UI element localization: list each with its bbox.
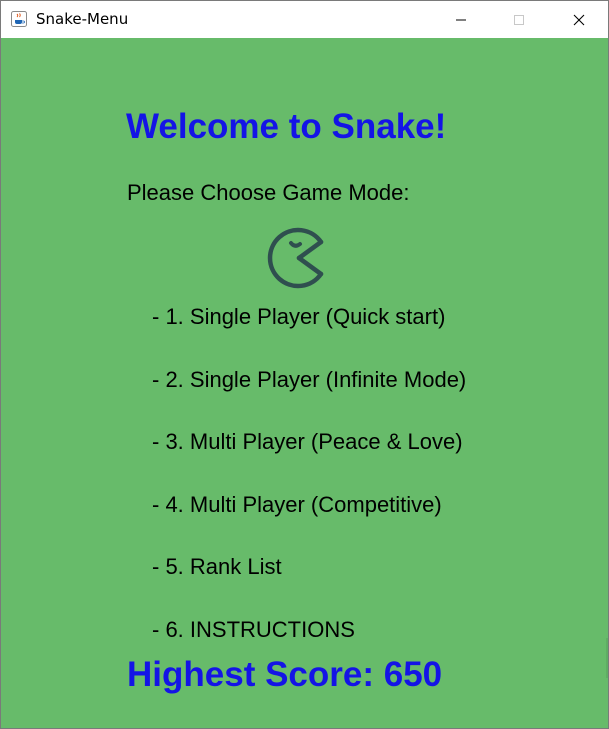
maximize-button[interactable]: [490, 1, 548, 38]
pacman-icon: [267, 227, 324, 289]
close-button[interactable]: [550, 1, 608, 38]
close-icon: [573, 14, 585, 25]
menu-panel: Welcome to Snake! Please Choose Game Mod…: [1, 38, 608, 728]
menu-item-multi-peace[interactable]: - 3. Multi Player (Peace & Love): [152, 429, 463, 455]
minimize-button[interactable]: [432, 1, 490, 38]
app-window: Snake-Menu Welcome to Snake! Please Choo…: [0, 0, 609, 729]
menu-item-multi-competitive[interactable]: - 4. Multi Player (Competitive): [152, 492, 442, 518]
window-title: Snake-Menu: [36, 10, 129, 28]
game-mode-prompt: Please Choose Game Mode:: [127, 180, 410, 205]
minimize-icon: [456, 19, 466, 20]
highest-score: Highest Score: 650: [127, 655, 443, 694]
java-cup-icon: [11, 11, 27, 27]
menu-item-single-quick[interactable]: - 1. Single Player (Quick start): [152, 304, 445, 330]
welcome-heading: Welcome to Snake!: [126, 107, 447, 146]
menu-item-instructions[interactable]: - 6. INSTRUCTIONS: [152, 617, 355, 643]
menu-item-rank-list[interactable]: - 5. Rank List: [152, 554, 282, 580]
resize-grip[interactable]: [606, 638, 608, 678]
menu-item-single-infinite[interactable]: - 2. Single Player (Infinite Mode): [152, 367, 466, 393]
title-bar[interactable]: Snake-Menu: [1, 1, 608, 38]
maximize-icon: [514, 14, 524, 25]
